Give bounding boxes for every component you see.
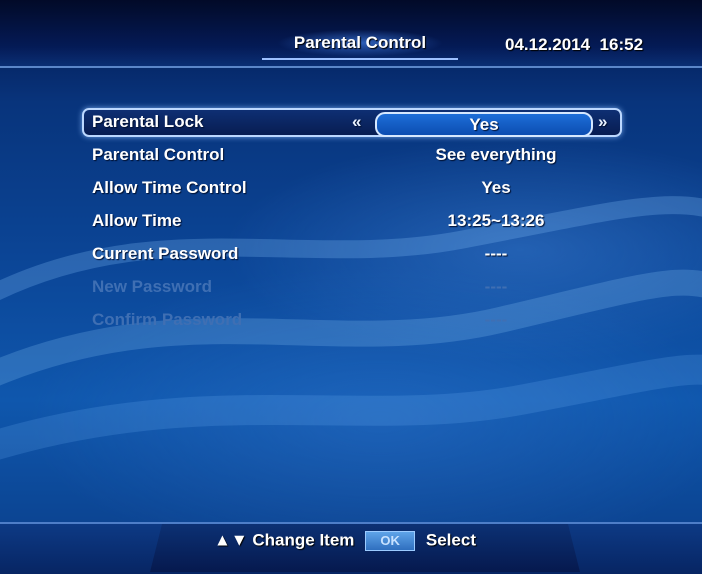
menu-value: ---- <box>484 277 508 296</box>
select-hint: Select <box>425 530 476 550</box>
menu-label: New Password <box>92 277 212 296</box>
menu-value: ---- <box>484 244 508 263</box>
help-bar: ▲▼ Change Item OK Select <box>214 529 476 551</box>
menu-value: 13:25~13:26 <box>447 211 545 230</box>
ok-key-icon: OK <box>365 530 416 551</box>
menu-label: Current Password <box>92 244 239 263</box>
menu-value-selector[interactable]: Yes <box>375 112 593 137</box>
menu-label: Allow Time Control <box>92 178 247 197</box>
chevron-right-icon[interactable]: » <box>598 110 607 133</box>
page-title: Parental Control <box>293 33 427 52</box>
menu-label: Parental Control <box>92 145 225 164</box>
menu-value: ---- <box>484 310 508 329</box>
menu-row-parental-control[interactable]: Parental Control See everything <box>82 141 622 174</box>
menu-value: See everything <box>435 145 557 164</box>
menu-label: Parental Lock <box>92 112 204 131</box>
menu-row-current-password[interactable]: Current Password ---- <box>82 240 622 273</box>
menu-label: Confirm Password <box>92 310 243 329</box>
settings-menu: Parental Lock « Yes » Parental Control S… <box>82 108 622 339</box>
up-down-arrows-icon: ▲▼ <box>214 530 248 550</box>
menu-row-parental-lock[interactable]: Parental Lock « Yes » <box>82 108 622 137</box>
date-text: 04.12.2014 <box>505 35 591 54</box>
chevron-left-icon[interactable]: « <box>352 110 361 133</box>
datetime: 04.12.2014 16:52 <box>505 35 685 55</box>
menu-row-allow-time-control[interactable]: Allow Time Control Yes <box>82 174 622 207</box>
menu-row-new-password: New Password ---- <box>82 273 622 306</box>
menu-row-confirm-password: Confirm Password ---- <box>82 306 622 339</box>
menu-label: Allow Time <box>92 211 182 230</box>
menu-row-allow-time[interactable]: Allow Time 13:25~13:26 <box>82 207 622 240</box>
time-text: 16:52 <box>599 35 644 54</box>
menu-value: Yes <box>481 178 511 197</box>
change-item-hint: Change Item <box>252 530 355 550</box>
